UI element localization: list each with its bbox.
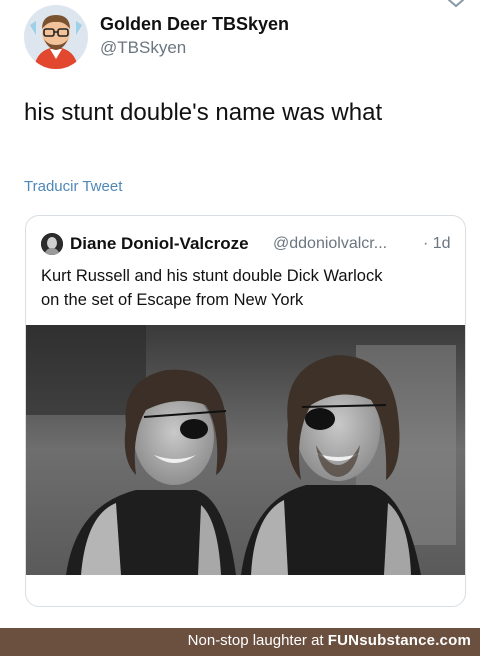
chevron-down-icon[interactable] bbox=[444, 0, 468, 14]
footer-brand[interactable]: FUNsubstance.com bbox=[328, 632, 471, 649]
footer-text: Non-stop laughter at FUNsubstance.com bbox=[188, 632, 471, 649]
tweet-text: his stunt double's name was what bbox=[24, 99, 383, 126]
translate-tweet-link[interactable]: Traducir Tweet bbox=[24, 178, 122, 195]
footer-prefix: Non-stop laughter at bbox=[187, 632, 328, 649]
quoted-author-name[interactable]: Diane Doniol-Valcroze bbox=[70, 234, 249, 254]
quoted-tweet[interactable]: Diane Doniol-Valcroze @ddoniolvalcr... ·… bbox=[25, 215, 466, 607]
quoted-author-handle[interactable]: @ddoniolvalcr... bbox=[273, 235, 387, 253]
quoted-text-line-1: Kurt Russell and his stunt double Dick W… bbox=[41, 267, 383, 285]
tweet-card: Golden Deer TBSkyen @TBSkyen his stunt d… bbox=[0, 0, 480, 628]
quoted-text-line-2: on the set of Escape from New York bbox=[41, 291, 304, 309]
quoted-timestamp[interactable]: · 1d bbox=[423, 235, 451, 253]
author-handle[interactable]: @TBSkyen bbox=[100, 38, 186, 58]
author-avatar-illustration bbox=[24, 5, 88, 69]
quoted-text: Kurt Russell and his stunt double Dick W… bbox=[41, 264, 451, 312]
quoted-photo[interactable] bbox=[26, 325, 465, 575]
author-avatar[interactable] bbox=[24, 5, 88, 69]
quoted-author-avatar[interactable] bbox=[41, 233, 63, 255]
site-footer-banner: Non-stop laughter at FUNsubstance.com bbox=[0, 628, 480, 656]
author-name[interactable]: Golden Deer TBSkyen bbox=[100, 14, 289, 35]
